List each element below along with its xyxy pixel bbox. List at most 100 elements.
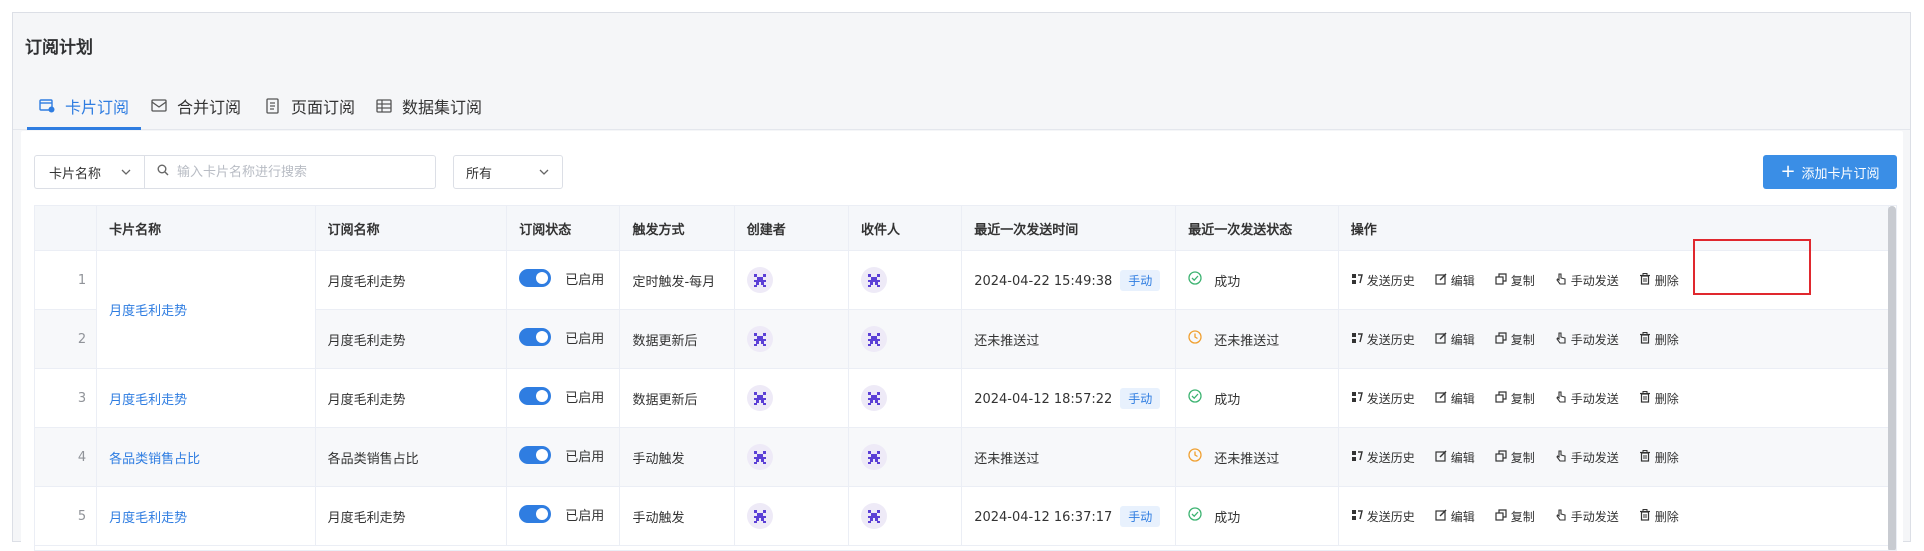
subscription-table: 卡片名称 订阅名称 订阅状态 触发方式 创建者 收件人 最近一次发送时间 最近一… xyxy=(34,205,1897,551)
row-index: 1 xyxy=(35,250,98,310)
send-history-button[interactable]: 发送历史 xyxy=(1351,449,1415,466)
status-select[interactable]: 所有 xyxy=(453,155,563,189)
subscription-status-cell: 已启用 xyxy=(506,250,621,310)
creator-cell xyxy=(734,250,850,310)
copy-button[interactable]: 复制 xyxy=(1495,272,1535,289)
manual-tag: 手动 xyxy=(1120,505,1161,527)
tab-page-subscribe[interactable]: 页面订阅 xyxy=(265,83,355,129)
send-history-button[interactable]: 发送历史 xyxy=(1351,272,1415,289)
manual-tag: 手动 xyxy=(1120,387,1161,409)
header-index xyxy=(35,206,98,251)
enable-toggle[interactable]: 已启用 xyxy=(519,505,604,524)
edit-button[interactable]: 编辑 xyxy=(1435,449,1475,466)
recipient-cell xyxy=(848,309,963,369)
edit-button[interactable]: 编辑 xyxy=(1435,390,1475,407)
manual-send-label: 手动发送 xyxy=(1570,332,1619,347)
manual-send-button[interactable]: 手动发送 xyxy=(1555,449,1619,466)
creator-cell xyxy=(734,309,850,369)
copy-button[interactable]: 复制 xyxy=(1495,331,1535,348)
send-history-icon xyxy=(1351,332,1367,347)
add-button-label: 添加卡片订阅 xyxy=(1801,166,1880,182)
card-name-cell: 月度毛利走势 xyxy=(96,486,316,546)
trigger-cell: 定时触发-每月 xyxy=(619,250,735,310)
tab-merge-subscribe[interactable]: 合并订阅 xyxy=(151,83,241,129)
recipient-cell xyxy=(848,250,963,310)
delete-icon xyxy=(1639,508,1655,524)
subscription-name-cell: 月度毛利走势 xyxy=(315,309,508,369)
dataset-subscribe-icon xyxy=(376,98,392,114)
header-card-name: 卡片名称 xyxy=(96,206,316,251)
row-index: 2 xyxy=(35,309,98,369)
tab-label: 合并订阅 xyxy=(177,98,242,117)
toggle-label: 已启用 xyxy=(565,331,605,347)
enable-toggle[interactable]: 已启用 xyxy=(519,269,604,288)
manual-send-button[interactable]: 手动发送 xyxy=(1555,272,1619,289)
toggle-label: 已启用 xyxy=(565,390,605,406)
edit-button[interactable]: 编辑 xyxy=(1435,508,1475,525)
status-text: 成功 xyxy=(1214,274,1241,290)
manual-send-label: 手动发送 xyxy=(1570,509,1619,524)
pending-clock-icon xyxy=(1188,448,1214,466)
creator-avatar xyxy=(746,385,773,411)
recipient-avatar xyxy=(861,444,888,470)
enable-toggle[interactable]: 已启用 xyxy=(519,446,604,465)
manual-send-label: 手动发送 xyxy=(1570,391,1619,406)
copy-button[interactable]: 复制 xyxy=(1495,449,1535,466)
last-send-time-cell: 2024-04-12 18:57:22 手动 xyxy=(961,368,1177,428)
card-subscribe-icon xyxy=(39,98,55,114)
copy-icon xyxy=(1495,390,1511,406)
creator-cell xyxy=(734,486,850,546)
copy-button[interactable]: 复制 xyxy=(1495,390,1535,407)
copy-icon xyxy=(1495,272,1511,288)
last-send-time: 还未推送过 xyxy=(974,333,1040,349)
send-history-label: 发送历史 xyxy=(1366,450,1415,465)
send-history-button[interactable]: 发送历史 xyxy=(1351,390,1415,407)
manual-send-button[interactable]: 手动发送 xyxy=(1555,331,1619,348)
subscription-name-cell: 各品类销售占比 xyxy=(315,427,508,487)
table-row: 5 月度毛利走势 月度毛利走势 已启用 手动触发 2024-04-12 16:37:17 手… xyxy=(35,486,1890,546)
card-name-link[interactable]: 各品类销售占比 xyxy=(109,452,200,467)
search-input[interactable] xyxy=(175,163,429,181)
copy-button[interactable]: 复制 xyxy=(1495,508,1535,525)
send-history-button[interactable]: 发送历史 xyxy=(1351,508,1415,525)
delete-button[interactable]: 删除 xyxy=(1639,331,1679,348)
last-send-time-cell: 2024-04-22 15:49:38 手动 xyxy=(961,250,1177,310)
edit-icon xyxy=(1435,391,1451,406)
send-history-icon xyxy=(1351,273,1367,288)
edit-button[interactable]: 编辑 xyxy=(1435,331,1475,348)
toggle-track xyxy=(519,269,552,288)
send-history-button[interactable]: 发送历史 xyxy=(1351,331,1415,348)
delete-button[interactable]: 删除 xyxy=(1639,272,1679,289)
add-card-subscription-button[interactable]: + 添加卡片订阅 xyxy=(1763,155,1897,189)
manual-send-button[interactable]: 手动发送 xyxy=(1555,390,1619,407)
toggle-track xyxy=(519,387,552,406)
tab-dataset-subscribe[interactable]: 数据集订阅 xyxy=(376,83,482,129)
edit-button[interactable]: 编辑 xyxy=(1435,272,1475,289)
card-name-cell: 月度毛利走势 xyxy=(96,250,316,369)
tab-card-subscribe[interactable]: 卡片订阅 xyxy=(26,83,142,130)
delete-button[interactable]: 删除 xyxy=(1639,390,1679,407)
card-name-link[interactable]: 月度毛利走势 xyxy=(109,511,187,526)
search-icon xyxy=(157,164,169,180)
tab-bar: 卡片订阅 合并订阅 页面订阅 数据集订阅 xyxy=(13,83,1910,130)
subscription-status-cell: 已启用 xyxy=(506,309,621,369)
header-recipient: 收件人 xyxy=(848,206,963,251)
success-check-icon xyxy=(1188,389,1214,407)
recipient-cell xyxy=(848,486,963,546)
vertical-scrollbar[interactable] xyxy=(1888,206,1896,550)
enable-toggle[interactable]: 已启用 xyxy=(519,328,604,347)
card-name-link[interactable]: 月度毛利走势 xyxy=(109,393,187,408)
delete-label: 删除 xyxy=(1654,273,1679,288)
manual-send-icon xyxy=(1555,508,1571,524)
creator-cell xyxy=(734,427,850,487)
edit-label: 编辑 xyxy=(1450,391,1475,406)
page-subscribe-icon xyxy=(265,98,281,114)
enable-toggle[interactable]: 已启用 xyxy=(519,387,604,406)
delete-button[interactable]: 删除 xyxy=(1639,449,1679,466)
delete-button[interactable]: 删除 xyxy=(1639,508,1679,525)
manual-send-button[interactable]: 手动发送 xyxy=(1555,508,1619,525)
edit-label: 编辑 xyxy=(1450,332,1475,347)
card-name-link[interactable]: 月度毛利走势 xyxy=(109,304,187,319)
merge-subscribe-icon xyxy=(151,98,167,114)
field-select[interactable]: 卡片名称 xyxy=(34,155,144,189)
